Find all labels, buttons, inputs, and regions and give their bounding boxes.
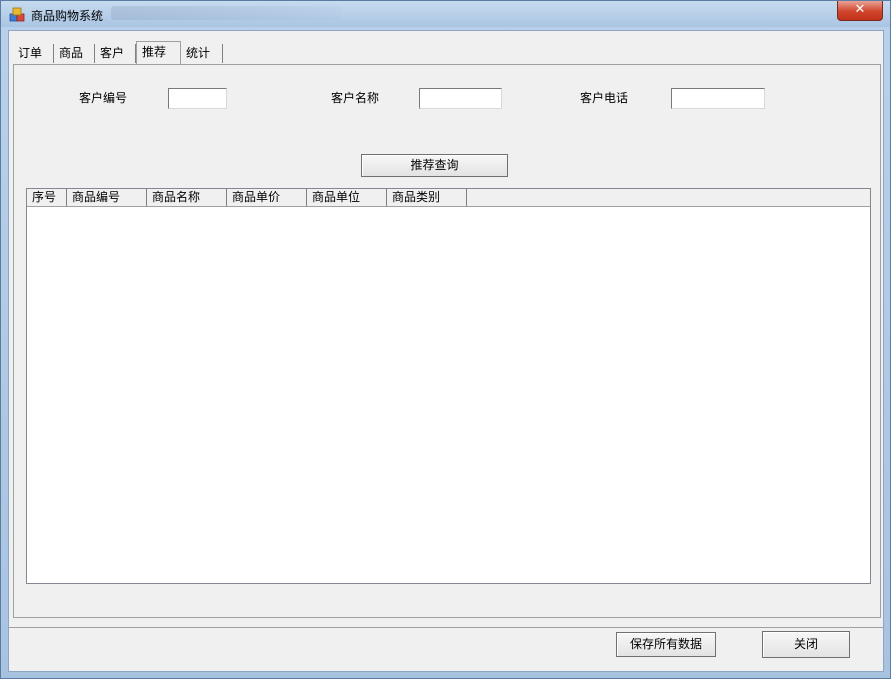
title-bar[interactable]: 商品购物系统 ✕ bbox=[1, 1, 890, 27]
close-window-button[interactable]: ✕ bbox=[837, 1, 883, 21]
tab-products[interactable]: 商品 bbox=[54, 44, 95, 63]
column-header-category[interactable]: 商品类别 bbox=[387, 189, 467, 206]
window-title: 商品购物系统 bbox=[31, 9, 104, 23]
close-button[interactable]: 关闭 bbox=[762, 631, 850, 658]
footer-bar: 保存所有数据 关闭 bbox=[9, 627, 883, 671]
title-ghost bbox=[111, 6, 341, 20]
client-area: 订单 商品 客户 推荐 统计 客户编号 客户名称 客户电话 推荐查询 序号 商品… bbox=[8, 30, 884, 672]
column-header-unit[interactable]: 商品单位 bbox=[307, 189, 387, 206]
app-icon bbox=[9, 7, 25, 22]
customer-id-input[interactable] bbox=[168, 88, 227, 109]
column-header-index[interactable]: 序号 bbox=[27, 189, 67, 206]
column-header-product-name[interactable]: 商品名称 bbox=[147, 189, 227, 206]
recommend-panel: 客户编号 客户名称 客户电话 推荐查询 序号 商品编号 商品名称 商品单价 商品… bbox=[13, 64, 881, 618]
tab-recommend[interactable]: 推荐 bbox=[136, 41, 181, 64]
recommend-query-button[interactable]: 推荐查询 bbox=[361, 154, 508, 177]
app-window: 商品购物系统 ✕ 订单 商品 客户 推荐 统计 客户编号 客户名称 客户电话 推… bbox=[0, 0, 891, 679]
close-icon: ✕ bbox=[854, 2, 866, 17]
tab-orders[interactable]: 订单 bbox=[13, 44, 54, 63]
column-header-unit-price[interactable]: 商品单价 bbox=[227, 189, 307, 206]
customer-phone-input[interactable] bbox=[671, 88, 765, 109]
customer-id-label: 客户编号 bbox=[79, 91, 128, 105]
recommend-list[interactable]: 序号 商品编号 商品名称 商品单价 商品单位 商品类别 bbox=[26, 188, 871, 584]
tab-customers[interactable]: 客户 bbox=[95, 44, 136, 63]
customer-phone-label: 客户电话 bbox=[580, 91, 629, 105]
save-all-button[interactable]: 保存所有数据 bbox=[616, 632, 716, 657]
list-header: 序号 商品编号 商品名称 商品单价 商品单位 商品类别 bbox=[27, 189, 870, 207]
customer-name-label: 客户名称 bbox=[331, 91, 380, 105]
tab-statistics[interactable]: 统计 bbox=[181, 44, 223, 63]
customer-name-input[interactable] bbox=[419, 88, 502, 109]
column-header-product-id[interactable]: 商品编号 bbox=[67, 189, 147, 206]
